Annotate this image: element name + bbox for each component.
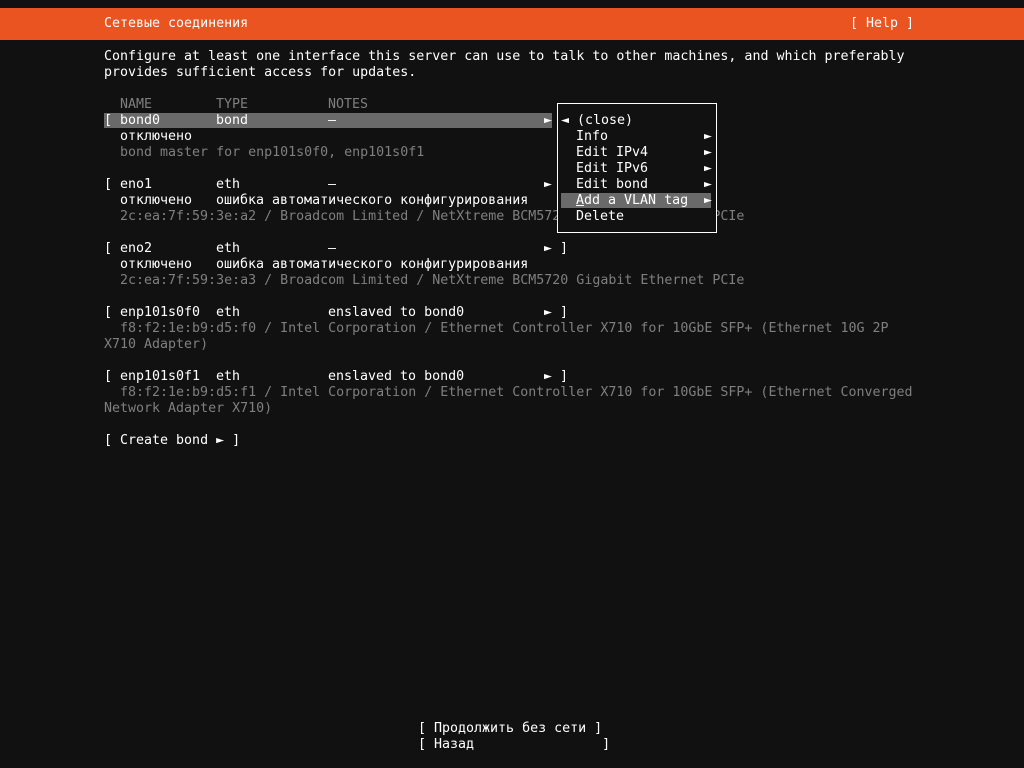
menu-item-info[interactable]: Info [576,129,608,145]
menu-item-mnemonic: A [576,193,585,208]
intro-line-1: Configure at least one interface this se… [104,49,905,64]
menu-item-edit-bond[interactable]: Edit bond [576,177,648,193]
submenu-arrow-icon: ► [704,145,713,160]
interface-info-cont: X710 Adapter) [104,337,209,352]
interface-info: f8:f2:1e:b9:d5:f0 / Intel Corporation / … [120,321,889,336]
interface-name: eno1 [120,177,153,192]
submenu-arrow-icon: ► [704,177,713,192]
submenu-arrow-icon: ► [704,161,713,176]
back-button[interactable]: [ Назад ] [418,737,610,753]
interface-type: eth [216,369,241,384]
interface-status: отключено [120,257,193,272]
close-arrow-icon: ◄ [561,113,570,128]
row-arrow-icon: ► [544,369,553,384]
interface-info-cont: Network Adapter X710) [104,401,273,416]
interface-type: eth [216,241,241,256]
interface-status: отключено [120,129,193,144]
create-bond-button[interactable]: [ Create bond ► ] [104,433,240,449]
menu-item-delete[interactable]: Delete [576,209,624,225]
interface-type: eth [216,177,241,192]
interface-status-detail: ошибка автоматического конфигурирования [216,257,529,272]
row-close-bracket: ] [560,241,569,256]
row-arrow-icon: ► [544,177,553,192]
interface-notes: – [328,241,337,256]
interface-name: bond0 [120,113,161,128]
interface-status: отключено [120,193,193,208]
submenu-arrow-icon: ► [704,129,713,144]
menu-item-close[interactable]: (close) [577,113,633,129]
interface-info: bond master for enp101s0f0, enp101s0f1 [120,145,425,160]
menu-item-edit-ipv6[interactable]: Edit IPv6 [576,161,648,177]
row-open-bracket: [ [104,241,113,256]
row-open-bracket: [ [104,177,113,192]
interface-info: f8:f2:1e:b9:d5:f1 / Intel Corporation / … [120,385,913,400]
row-close-bracket: ] [560,369,569,384]
interface-notes: enslaved to bond0 [328,305,465,320]
submenu-arrow-icon: ► [704,193,713,208]
interface-notes: enslaved to bond0 [328,369,465,384]
row-open-bracket: [ [104,113,113,128]
interface-name: enp101s0f0 [120,305,201,320]
row-arrow-icon: ► [544,241,553,256]
interface-notes: – [328,177,337,192]
interface-type: eth [216,305,241,320]
continue-without-network-button[interactable]: [ Продолжить без сети ] [418,721,602,737]
interface-name: eno2 [120,241,153,256]
menu-item-add-vlan-tag[interactable]: Add a VLAN tag [576,193,688,209]
interface-status-detail: ошибка автоматического конфигурирования [216,193,529,208]
help-button[interactable]: [ Help ] [850,16,914,32]
row-arrow-icon: ► [544,305,553,320]
page-title: Сетевые соединения [104,16,249,31]
row-arrow-icon: ► [544,113,553,128]
row-open-bracket: [ [104,305,113,320]
column-header-name: NAME [120,97,153,112]
intro-line-2: provides sufficient access for updates. [104,65,417,80]
row-open-bracket: [ [104,369,113,384]
row-close-bracket: ] [560,305,569,320]
interface-info: 2c:ea:7f:59:3e:a3 / Broadcom Limited / N… [120,273,745,288]
interface-notes: – [328,113,337,128]
menu-item-edit-ipv4[interactable]: Edit IPv4 [576,145,648,161]
interface-type: bond [216,113,249,128]
interface-name: enp101s0f1 [120,369,201,384]
column-header-type: TYPE [216,97,249,112]
menu-item-label-rest: dd a VLAN tag [584,193,689,208]
column-header-notes: NOTES [328,97,369,112]
